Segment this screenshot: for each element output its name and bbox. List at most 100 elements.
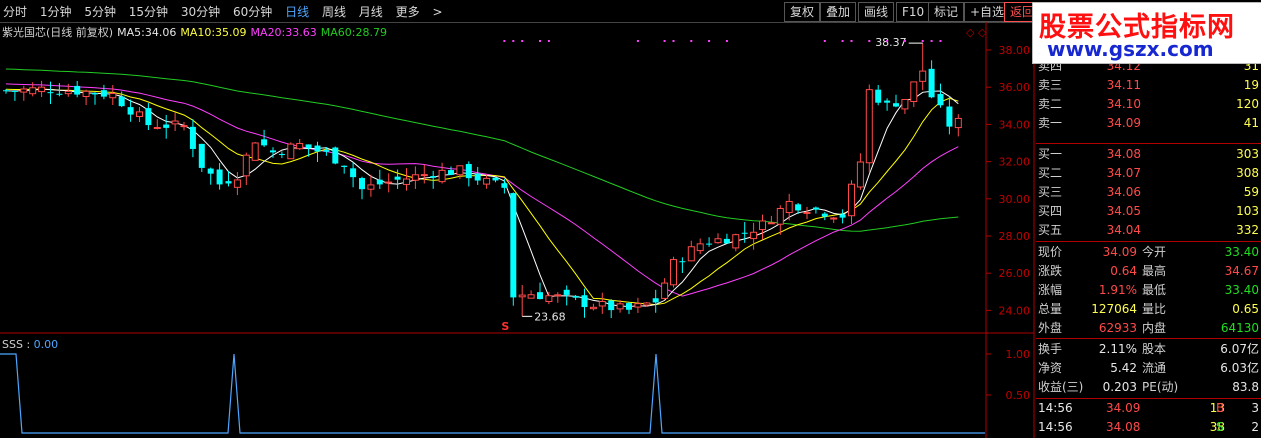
sell-row[interactable]: 卖三 34.11 19 bbox=[1036, 76, 1261, 95]
buy-row[interactable]: 买一 34.08 303 bbox=[1036, 145, 1261, 164]
candle-body-up bbox=[643, 302, 651, 306]
candle-body-down bbox=[626, 303, 632, 310]
candle-body-up bbox=[634, 303, 642, 308]
signal-dot bbox=[903, 40, 906, 42]
candle-body-down bbox=[314, 145, 321, 152]
stats-row: 收益(三) 0.203 PE(动) 83.8 bbox=[1036, 378, 1261, 397]
stats-value: 0.203 bbox=[1102, 380, 1137, 394]
high-price-label: 38.37 bbox=[875, 36, 907, 49]
signal-dot bbox=[708, 40, 711, 42]
stats-label: 净资 bbox=[1038, 361, 1063, 375]
sss-indicator-label: SSS : 0.00 bbox=[2, 338, 58, 351]
candle-body-down bbox=[350, 168, 357, 178]
quote-label: 现价 bbox=[1038, 245, 1063, 259]
candle-body-up bbox=[64, 90, 72, 95]
candle-body-down bbox=[510, 193, 517, 298]
candle-body-down bbox=[839, 214, 846, 218]
sell-row[interactable]: 卖二 34.10 120 bbox=[1036, 95, 1261, 114]
kline-chart[interactable]: ◇ ◇ 38.00 36.00 34.00 32.00 30.00 28.00 26.00 24.… bbox=[0, 0, 1036, 438]
candle-body-down bbox=[56, 93, 63, 95]
candle-body-up bbox=[296, 142, 304, 150]
candle-body-down bbox=[572, 295, 579, 298]
buy-volume: 308 bbox=[1236, 166, 1259, 180]
signal-dot bbox=[939, 40, 942, 42]
signal-dot bbox=[672, 40, 675, 42]
sell-signal-marker: S bbox=[501, 320, 509, 333]
buy-label: 买一 bbox=[1038, 147, 1063, 161]
candle-body-down bbox=[207, 168, 214, 174]
candle-body-down bbox=[501, 183, 508, 188]
sell-volume: 120 bbox=[1236, 97, 1259, 111]
signal-dot bbox=[636, 40, 639, 42]
sell-volume: 19 bbox=[1243, 78, 1259, 92]
quote-label: 量比 bbox=[1142, 302, 1167, 316]
candle-body-up bbox=[661, 282, 669, 299]
candle-body-down bbox=[537, 292, 543, 300]
candle-body-down bbox=[937, 93, 944, 106]
candle-body-up bbox=[865, 89, 873, 164]
candle-body-up bbox=[554, 294, 562, 297]
tick-time: 14:56 bbox=[1038, 420, 1073, 434]
tick-count: 3 bbox=[1251, 401, 1259, 415]
price-axis-label: 30.00 bbox=[999, 193, 1031, 206]
candle-body-down bbox=[795, 204, 802, 211]
candle-body-down bbox=[47, 92, 54, 94]
quote-value: 127064 bbox=[1091, 302, 1137, 316]
quote-value: 0.64 bbox=[1110, 264, 1137, 278]
quote-label: 今开 bbox=[1142, 245, 1167, 259]
buy-price: 34.04 bbox=[1106, 223, 1141, 237]
quote-value: 33.40 bbox=[1224, 245, 1259, 259]
buy-row[interactable]: 买二 34.07 308 bbox=[1036, 164, 1261, 183]
candle-body-up bbox=[136, 111, 143, 118]
candle-body-down bbox=[706, 243, 713, 245]
candle-body-up bbox=[616, 303, 624, 310]
quote-label: 总量 bbox=[1038, 302, 1063, 316]
candle-body-down bbox=[216, 169, 223, 185]
candle-body-down bbox=[394, 176, 401, 180]
signal-dot bbox=[823, 40, 826, 42]
candle-body-down bbox=[893, 103, 899, 107]
sell-price: 34.09 bbox=[1106, 116, 1141, 130]
buy-price: 34.07 bbox=[1106, 166, 1141, 180]
buy-label: 买三 bbox=[1038, 185, 1063, 199]
candle-body-up bbox=[670, 259, 677, 286]
candle-body-up bbox=[385, 181, 393, 184]
signal-dot bbox=[690, 40, 693, 42]
signal-dot bbox=[921, 40, 924, 42]
signal-dot bbox=[512, 40, 515, 42]
buy-volume: 303 bbox=[1236, 147, 1259, 161]
sell-row[interactable]: 卖一 34.09 41 bbox=[1036, 114, 1261, 133]
buy-row[interactable]: 买五 34.04 332 bbox=[1036, 221, 1261, 240]
candle-body-down bbox=[118, 96, 125, 107]
candle-body-down bbox=[189, 126, 196, 149]
signal-dot bbox=[886, 40, 889, 42]
stats-value: 6.07亿 bbox=[1220, 342, 1259, 356]
quote-value: 33.40 bbox=[1224, 283, 1259, 297]
candle-body-down bbox=[884, 100, 891, 103]
signal-dot bbox=[725, 40, 728, 42]
candle-body-down bbox=[74, 85, 81, 95]
price-axis-label: 32.00 bbox=[999, 156, 1031, 169]
candle-body-down bbox=[652, 298, 659, 303]
buy-label: 买二 bbox=[1038, 166, 1063, 180]
candle-body-up bbox=[830, 217, 838, 220]
candle-body-up bbox=[598, 301, 606, 307]
candle-body-up bbox=[38, 86, 46, 93]
quote-value: 64130 bbox=[1220, 321, 1259, 335]
candle-body-up bbox=[767, 222, 775, 225]
candle-body-down bbox=[581, 295, 588, 308]
candle-body-down bbox=[145, 108, 152, 126]
buy-row[interactable]: 买四 34.05 103 bbox=[1036, 202, 1261, 221]
buy-volume: 103 bbox=[1236, 204, 1259, 218]
stats-label: 流通 bbox=[1142, 361, 1167, 375]
candle-body-up bbox=[518, 294, 526, 298]
candle-body-down bbox=[474, 173, 481, 181]
signal-dot bbox=[503, 40, 506, 42]
divider-line bbox=[1036, 143, 1261, 144]
candle-body-down bbox=[812, 207, 819, 210]
low-price-label: 23.68 bbox=[534, 310, 566, 323]
buy-row[interactable]: 买三 34.06 59 bbox=[1036, 183, 1261, 202]
tick-price: 34.09 bbox=[1106, 401, 1141, 415]
quote-label: 最高 bbox=[1142, 264, 1167, 278]
buy-price: 34.06 bbox=[1106, 185, 1141, 199]
